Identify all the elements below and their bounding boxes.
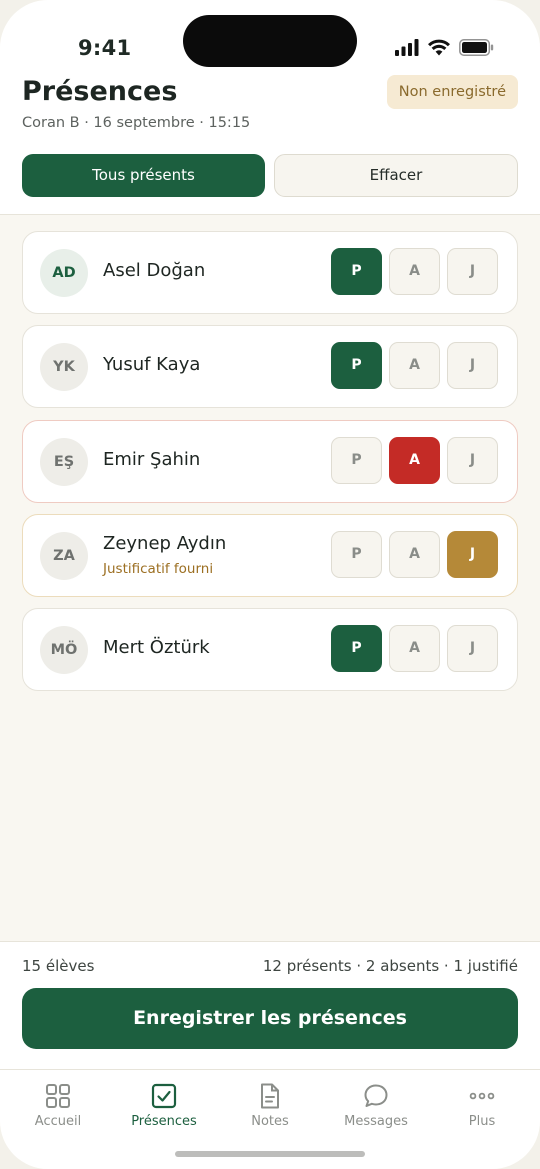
absent-button[interactable]: A xyxy=(389,437,440,484)
avatar: MÖ xyxy=(40,626,88,674)
absent-button[interactable]: A xyxy=(389,248,440,295)
attendance-footer: 15 élèves 12 présents · 2 absents · 1 ju… xyxy=(0,941,540,1069)
attendance-summary: 12 présents · 2 absents · 1 justifié xyxy=(262,957,518,975)
student-name: Mert Öztürk xyxy=(103,637,210,658)
justified-button[interactable]: J xyxy=(447,437,498,484)
present-button[interactable]: P xyxy=(331,248,382,295)
justification-note: Justificatif fourni xyxy=(103,561,214,577)
student-card: AD Asel Doğan P A J xyxy=(22,231,518,314)
tab-label: Plus xyxy=(468,1114,496,1129)
student-card: MÖ Mert Öztürk P A J xyxy=(22,608,518,691)
tab-plus[interactable]: Plus xyxy=(432,1082,532,1129)
student-name: Asel Doğan xyxy=(103,260,206,281)
dynamic-island xyxy=(183,15,357,67)
justified-button[interactable]: J xyxy=(447,248,498,295)
tab-messages[interactable]: Messages xyxy=(326,1082,426,1129)
student-card: EŞ Emir Şahin P A J xyxy=(22,420,518,503)
present-button[interactable]: P xyxy=(331,437,382,484)
document-icon xyxy=(261,1083,279,1109)
session-subtitle: Coran B · 16 septembre · 15:15 xyxy=(22,115,251,131)
status-badge: Non enregistré xyxy=(386,75,518,109)
clear-button[interactable]: Effacer xyxy=(274,154,518,197)
tab-label: Notes xyxy=(251,1114,289,1129)
save-attendance-button[interactable]: Enregistrer les présences xyxy=(22,988,518,1049)
tab-notes[interactable]: Notes xyxy=(220,1082,320,1129)
absent-button[interactable]: A xyxy=(389,625,440,672)
checkbox-icon xyxy=(151,1083,177,1109)
home-indicator xyxy=(175,1151,365,1157)
cellular-signal-icon xyxy=(395,38,419,56)
chat-bubble-icon xyxy=(364,1084,388,1107)
student-count: 15 élèves xyxy=(22,957,95,975)
student-name: Emir Şahin xyxy=(103,449,201,470)
status-time: 9:41 xyxy=(78,36,132,60)
tab-accueil[interactable]: Accueil xyxy=(8,1082,108,1129)
tab-presences[interactable]: Présences xyxy=(114,1082,214,1129)
tab-label: Présences xyxy=(131,1114,197,1129)
tab-label: Messages xyxy=(344,1114,408,1129)
avatar: EŞ xyxy=(40,438,88,486)
student-name: Yusuf Kaya xyxy=(103,354,201,375)
present-button[interactable]: P xyxy=(331,531,382,578)
absent-button[interactable]: A xyxy=(389,342,440,389)
tab-label: Accueil xyxy=(34,1114,82,1129)
student-name: Zeynep Aydın xyxy=(103,533,227,554)
page-header: Présences Coran B · 16 septembre · 15:15… xyxy=(0,74,540,215)
avatar: ZA xyxy=(40,532,88,580)
more-dots-icon xyxy=(469,1092,495,1100)
absent-button[interactable]: A xyxy=(389,531,440,578)
system-icons xyxy=(395,36,494,58)
page-title: Présences xyxy=(22,76,178,107)
status-bar: 9:41 xyxy=(0,0,540,74)
justified-button[interactable]: J xyxy=(447,342,498,389)
justified-button[interactable]: J xyxy=(447,625,498,672)
battery-icon xyxy=(459,38,494,56)
avatar: YK xyxy=(40,343,88,391)
avatar: AD xyxy=(40,249,88,297)
justified-button[interactable]: J xyxy=(447,531,498,578)
present-button[interactable]: P xyxy=(331,342,382,389)
student-card: ZA Zeynep Aydın Justificatif fourni P A … xyxy=(22,514,518,597)
phone-screen: 9:41 Présences Coran B · 16 septembre · … xyxy=(0,0,540,1169)
all-present-button[interactable]: Tous présents xyxy=(22,154,265,197)
wifi-icon xyxy=(428,39,450,55)
grid-icon xyxy=(46,1084,70,1108)
present-button[interactable]: P xyxy=(331,625,382,672)
student-card: YK Yusuf Kaya P A J xyxy=(22,325,518,408)
